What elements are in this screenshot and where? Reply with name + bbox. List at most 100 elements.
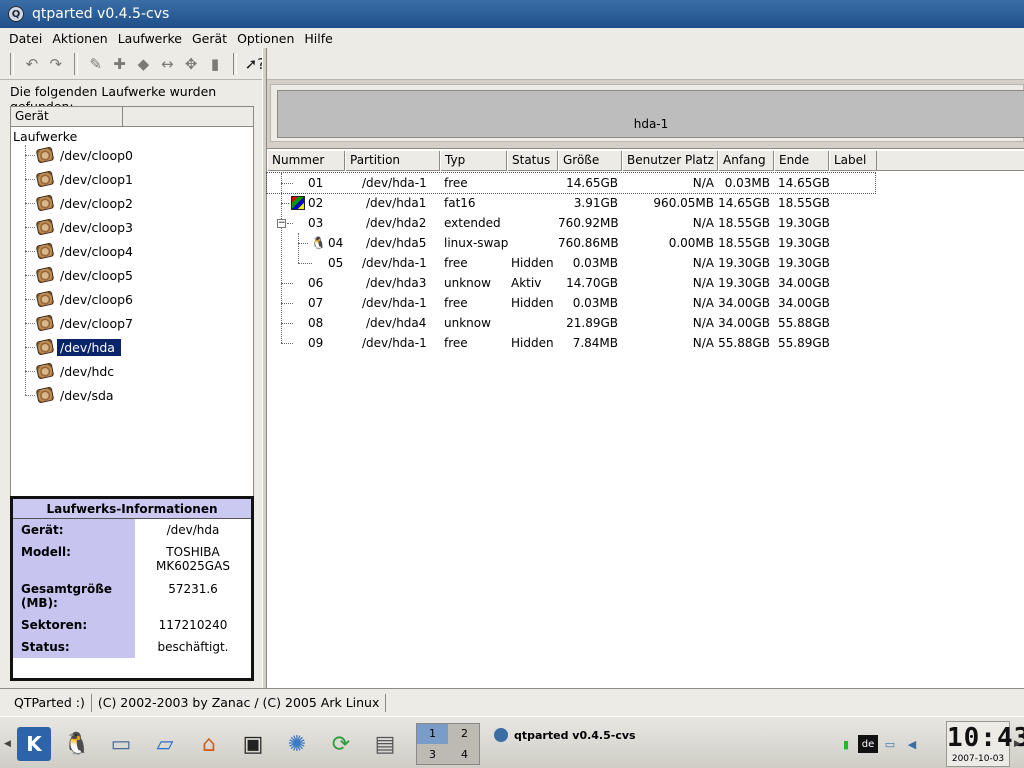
harddisk-icon [35,266,55,284]
column-header-label[interactable]: Label [829,151,877,171]
clock[interactable]: 10:43 2007-10-03 [946,721,1024,767]
menu-geraet[interactable]: Gerät [187,31,232,46]
panel-hide-right-arrow-icon[interactable]: ▶ [1014,739,1021,749]
menu-laufwerke[interactable]: Laufwerke [113,31,187,46]
tree-item-cloop6[interactable]: /dev/cloop6 [25,289,136,309]
menu-bar: Datei Aktionen Laufwerke Gerät Optionen … [0,28,1024,48]
drive-info-title: Laufwerks-Informationen [13,499,251,519]
info-key: Status: [13,636,135,658]
disk-map-partition-bar[interactable]: hda-1 [277,90,1024,138]
tree-item-cloop0[interactable]: /dev/cloop0 [25,145,136,165]
qtparted-app-icon[interactable]: Q [8,6,24,22]
harddisk-icon [35,386,55,404]
menu-optionen[interactable]: Optionen [232,31,299,46]
tree-item-cloop7[interactable]: /dev/cloop7 [25,313,136,333]
tree-item-cloop3[interactable]: /dev/cloop3 [25,217,136,237]
collapse-icon[interactable]: − [277,219,286,228]
create-partition-icon[interactable]: ✚ [110,53,130,75]
harddisk-icon [35,170,55,188]
table-row[interactable]: 05 /dev/hda-1 free Hidden 0.03MB N/A 19.… [267,253,1024,273]
info-key: Gerät: [13,519,135,541]
toolbar-handle[interactable] [10,52,14,75]
update-icon[interactable]: ⟳ [324,727,358,761]
tree-item-cloop4[interactable]: /dev/cloop4 [25,241,136,261]
taskbar-window-label: qtparted v0.4.5-cvs [514,728,636,742]
table-row[interactable]: 02 /dev/hda1 fat16 3.91GB 960.05MB 14.65… [267,193,1024,213]
info-key: Gesamtgröße (MB): [13,578,135,614]
table-row[interactable]: 🐧 04 /dev/hda5 linux-swap 760.86MB 0.00M… [267,233,1024,253]
kde-menu-icon[interactable]: K [17,727,51,761]
right-toolbar-area [267,48,1024,80]
pager-desktop-4[interactable]: 4 [449,745,480,765]
desktop-pager: 1 2 3 4 [416,723,480,765]
resize-icon[interactable]: ↔ [157,53,177,75]
table-row[interactable]: 07 /dev/hda-1 free Hidden 0.03MB N/A 34.… [267,293,1024,313]
column-header-benutzer-platz[interactable]: Benutzer Platz [622,151,718,171]
tree-item-hdc[interactable]: /dev/hdc [25,361,117,381]
column-header-status[interactable]: Status [507,151,558,171]
taskbar-window-button[interactable]: qtparted v0.4.5-cvs [490,725,830,745]
window-titlebar[interactable]: Q qtparted v0.4.5-cvs [0,0,1024,28]
info-row-device: Gerät: /dev/hda [13,519,251,541]
partition-table[interactable]: Nummer Partition Typ Status Größe Benutz… [266,148,1024,688]
table-row[interactable]: 06 /dev/hda3 unknow Aktiv 14.70GB N/A 19… [267,273,1024,293]
table-row[interactable]: 01 /dev/hda-1 free 14.65GB N/A 0.03MB 14… [266,172,876,194]
tree-item-cloop5[interactable]: /dev/cloop5 [25,265,136,285]
properties-wrench-icon[interactable]: ✎ [86,53,106,75]
harddisk-icon [35,314,55,332]
pager-desktop-3[interactable]: 3 [417,745,448,765]
column-header-partition[interactable]: Partition [345,151,440,171]
desktop-icon[interactable]: ▱ [148,727,182,761]
clock-time: 10:43 [947,723,1024,753]
info-row-size: Gesamtgröße (MB): 57231.6 [13,578,251,614]
panel-hide-left-arrow-icon[interactable]: ◀ [4,739,11,749]
format-eraser-icon[interactable]: ◆ [133,53,153,75]
keyboard-layout-indicator[interactable]: de [858,735,878,753]
disk-map-label: hda-1 [633,117,669,131]
table-row[interactable]: 08 /dev/hda4 unknow 21.89GB N/A 34.00GB … [267,313,1024,333]
table-row[interactable]: 09 /dev/hda-1 free Hidden 7.84MB N/A 55.… [267,333,1024,353]
qtparted-task-icon [494,728,508,742]
home-folder-icon[interactable]: ⌂ [192,727,226,761]
column-header-anfang[interactable]: Anfang [718,151,774,171]
tree-column-empty[interactable] [123,107,253,126]
delete-trash-icon[interactable]: ▮ [205,53,225,75]
tree-item-hda[interactable]: /dev/hda [25,337,121,357]
harddisk-icon [35,242,55,260]
penguin-icon[interactable]: 🐧 [60,727,94,761]
fat-partition-icon [291,196,305,210]
column-header-ende[interactable]: Ende [774,151,829,171]
tree-root-laufwerke[interactable]: Laufwerke [13,129,77,144]
table-row[interactable]: − 03 /dev/hda2 extended 760.92MB N/A 18.… [267,213,1024,233]
info-row-model: Modell: TOSHIBA MK6025GAS [13,541,251,578]
konqueror-browser-icon[interactable]: ✺ [280,727,314,761]
tree-header: Gerät [11,107,253,127]
info-value: /dev/hda [166,523,220,537]
menu-datei[interactable]: Datei [4,31,47,46]
harddisk-icon [35,146,55,164]
harddisk-icon [35,338,55,356]
tree-column-geraet[interactable]: Gerät [11,107,123,126]
move-icon[interactable]: ✥ [181,53,201,75]
documents-icon[interactable]: ▤ [368,727,402,761]
menu-aktionen[interactable]: Aktionen [47,31,112,46]
system-tray: ▮ de ▭ ◀ [836,735,922,753]
volume-speaker-icon[interactable]: ◀ [902,735,922,753]
terminal-icon[interactable]: ▣ [236,727,270,761]
column-header-typ[interactable]: Typ [440,151,507,171]
status-bar: QTParted :) (C) 2002-2003 by Zanac / (C)… [0,688,1024,716]
pager-desktop-1[interactable]: 1 [417,724,448,744]
tree-item-sda[interactable]: /dev/sda [25,385,117,405]
battery-icon[interactable]: ▮ [836,735,856,753]
undo-icon[interactable]: ↶ [22,53,42,75]
column-header-nummer[interactable]: Nummer [267,151,345,171]
pager-desktop-2[interactable]: 2 [449,724,480,744]
redo-icon[interactable]: ↷ [46,53,66,75]
window-list-icon[interactable]: ▭ [104,727,138,761]
left-panel: Die folgenden Laufwerke wurden gefunden:… [0,80,262,688]
menu-hilfe[interactable]: Hilfe [299,31,337,46]
display-icon[interactable]: ▭ [880,735,900,753]
tree-item-cloop1[interactable]: /dev/cloop1 [25,169,136,189]
column-header-groesse[interactable]: Größe [558,151,622,171]
tree-item-cloop2[interactable]: /dev/cloop2 [25,193,136,213]
